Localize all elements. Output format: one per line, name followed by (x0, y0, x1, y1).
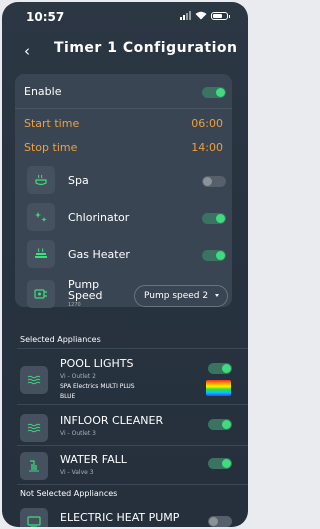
item-name: WATER FALL (60, 453, 127, 466)
item-name: ELECTRIC HEAT PUMP (60, 511, 180, 524)
status-time: 10:57 (26, 10, 65, 24)
appliance-label-chlorinator: Chlorinator (68, 211, 130, 224)
stop-time-label: Stop time (24, 141, 78, 154)
timer-settings-card: Enable Start time 06:00 Stop time 14:00 … (15, 74, 232, 308)
status-bar: 10:57 (2, 2, 248, 32)
toggle-knob (203, 177, 212, 186)
waterfall-icon (20, 452, 48, 480)
signal-icon (180, 11, 191, 20)
item-name: POOL LIGHTS (60, 357, 134, 370)
divider (17, 484, 248, 485)
toggle-knob (216, 251, 225, 260)
selected-appliances-title: Selected Appliances (20, 335, 101, 344)
chlorinator-toggle[interactable] (202, 213, 226, 224)
chevron-down-icon (215, 294, 219, 297)
chlorinator-icon (27, 203, 55, 231)
enable-toggle[interactable] (202, 87, 226, 98)
waves-icon (20, 414, 48, 442)
waves-icon (20, 366, 48, 394)
page-header: ‹ Timer 1 Configuration (2, 32, 248, 72)
spa-icon (27, 166, 55, 194)
toggle-knob (216, 88, 225, 97)
divider (17, 404, 248, 405)
pump-speed-dropdown[interactable]: Pump speed 2 (134, 285, 228, 307)
pump-speed-selected: Pump speed 2 (144, 291, 209, 301)
pump-speed-label-line2: Speed (68, 289, 103, 302)
appliance-label-spa: Spa (68, 174, 89, 187)
pump-speed-sub: 1270 (68, 302, 81, 308)
page-title: Timer 1 Configuration (54, 40, 238, 56)
start-time-value[interactable]: 06:00 (191, 117, 223, 130)
divider (17, 445, 248, 446)
item-name: INFLOOR CLEANER (60, 414, 164, 427)
toggle-knob (222, 364, 231, 373)
item-extra: SPA Electrics MULTI PLUS (60, 383, 135, 390)
not-selected-appliances-title: Not Selected Appliances (20, 489, 118, 498)
heat-pump-icon (20, 508, 48, 527)
status-icons (180, 11, 230, 20)
infloor-cleaner-toggle[interactable] (208, 419, 232, 430)
toggle-knob (222, 459, 231, 468)
item-extra: BLUE (60, 393, 76, 400)
electric-heat-pump-toggle[interactable] (208, 516, 232, 527)
stop-time-value[interactable]: 14:00 (191, 141, 223, 154)
enable-label: Enable (24, 85, 62, 98)
toggle-knob (222, 420, 231, 429)
start-time-label: Start time (24, 117, 80, 130)
toggle-knob (216, 214, 225, 223)
wifi-icon (195, 11, 207, 20)
back-arrow-icon[interactable]: ‹ (24, 42, 30, 60)
phone-screen: 10:57 ‹ Timer 1 Configuration Enable Sta… (2, 2, 248, 527)
divider (17, 348, 248, 349)
item-sub: Vi - Outlet 3 (60, 430, 96, 437)
divider (15, 108, 232, 109)
item-sub: Vi - Valve 3 (60, 469, 94, 476)
pump-icon (27, 280, 55, 308)
item-sub: Vi - Outlet 2 (60, 373, 96, 380)
battery-icon (211, 11, 230, 20)
pump-speed-label: Pump Speed (68, 279, 102, 301)
water-fall-toggle[interactable] (208, 458, 232, 469)
spa-toggle[interactable] (202, 176, 226, 187)
color-swatch[interactable] (206, 380, 231, 396)
gas-heater-icon (27, 240, 55, 268)
pool-lights-toggle[interactable] (208, 363, 232, 374)
appliance-label-gas-heater: Gas Heater (68, 248, 130, 261)
gas-heater-toggle[interactable] (202, 250, 226, 261)
toggle-knob (209, 517, 218, 526)
